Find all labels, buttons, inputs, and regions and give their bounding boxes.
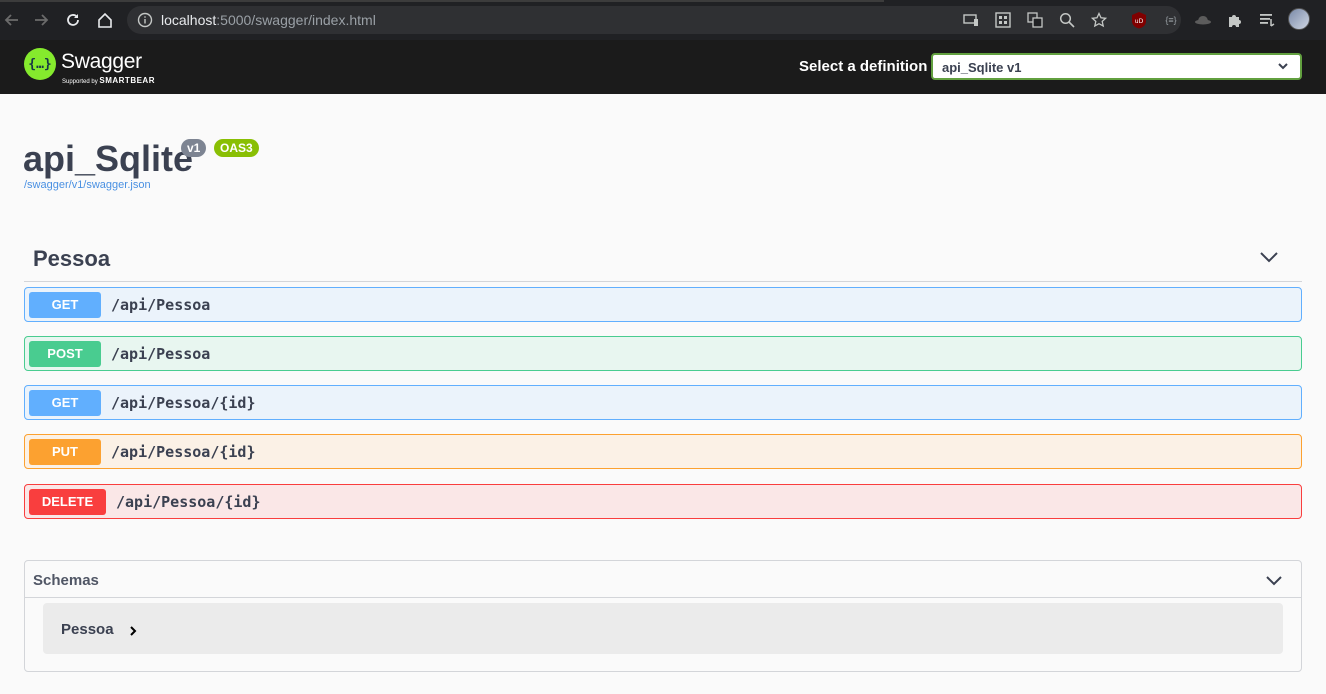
cast-icon[interactable] (961, 10, 981, 30)
brand-supported-text: Supported by (62, 79, 98, 85)
operation-path: /api/Pessoa/{id} (116, 493, 261, 511)
tag-title[interactable]: Pessoa (33, 246, 110, 272)
method-badge: DELETE (29, 489, 106, 515)
extension-icon[interactable]: {≡} (1161, 10, 1181, 30)
api-title: api_Sqlite (23, 138, 194, 179)
model-item[interactable]: Pessoa (43, 603, 1283, 654)
star-icon[interactable] (1089, 10, 1109, 30)
ublock-icon[interactable]: uD (1129, 10, 1149, 30)
zoom-icon[interactable] (1057, 10, 1077, 30)
method-badge: GET (29, 390, 101, 416)
operation-path: /api/Pessoa (111, 345, 211, 363)
schemas-section: Schemas Pessoa (24, 560, 1302, 672)
operation-post-pessoa[interactable]: POST /api/Pessoa (24, 336, 1302, 371)
chevron-right-icon[interactable] (128, 625, 138, 637)
address-bar[interactable]: localhost:5000/swagger/index.html (127, 6, 1181, 34)
tag-divider (24, 281, 1302, 282)
apps-icon[interactable] (993, 10, 1013, 30)
info-icon[interactable] (137, 12, 153, 28)
spec-link[interactable]: /swagger/v1/swagger.json (24, 179, 151, 191)
chevron-down-icon (1278, 63, 1288, 70)
swagger-topbar: {…} Swagger Supported by SMARTBEAR Selec… (0, 40, 1326, 94)
operation-path: /api/Pessoa/{id} (111, 394, 256, 412)
brand-company: SMARTBEAR (99, 76, 155, 85)
schemas-header[interactable]: Schemas (25, 561, 1301, 598)
model-name: Pessoa (61, 621, 114, 638)
swagger-logo-icon[interactable]: {…} (24, 48, 56, 80)
definition-label: Select a definition (799, 58, 928, 75)
definition-select[interactable]: api_Sqlite v1 (931, 53, 1302, 80)
url-text[interactable]: localhost:5000/swagger/index.html (161, 12, 376, 28)
hat-icon[interactable] (1193, 10, 1213, 30)
operation-delete-pessoa-id[interactable]: DELETE /api/Pessoa/{id} (24, 484, 1302, 519)
operation-path: /api/Pessoa (111, 296, 211, 314)
definition-value: api_Sqlite v1 (942, 60, 1022, 75)
method-badge: GET (29, 292, 101, 318)
browser-toolbar: localhost:5000/swagger/index.html uD {≡} (0, 0, 1326, 40)
oas-badge: OAS3 (214, 139, 259, 157)
loading-progress (0, 0, 884, 2)
reading-list-icon[interactable] (1257, 10, 1277, 30)
brand-subtitle: Supported by SMARTBEAR (62, 76, 155, 85)
chevron-down-icon[interactable] (1265, 573, 1283, 587)
operation-get-pessoa-id[interactable]: GET /api/Pessoa/{id} (24, 385, 1302, 420)
brand-name: Swagger (61, 50, 142, 73)
url-path: :5000/swagger/index.html (216, 12, 376, 28)
url-host: localhost (161, 12, 217, 28)
forward-arrow-icon[interactable] (29, 8, 53, 32)
method-badge: PUT (29, 439, 101, 465)
operation-get-pessoa[interactable]: GET /api/Pessoa (24, 287, 1302, 322)
operation-put-pessoa-id[interactable]: PUT /api/Pessoa/{id} (24, 434, 1302, 469)
profile-avatar[interactable] (1288, 8, 1310, 30)
reload-icon[interactable] (61, 8, 85, 32)
method-badge: POST (29, 341, 101, 367)
home-icon[interactable] (93, 8, 117, 32)
puzzle-icon[interactable] (1225, 10, 1245, 30)
schemas-title: Schemas (33, 572, 99, 589)
back-arrow-icon[interactable] (0, 8, 24, 32)
translate-icon[interactable] (1025, 10, 1045, 30)
version-badge: v1 (181, 139, 207, 157)
svg-text:uD: uD (1135, 18, 1144, 25)
chevron-down-icon[interactable] (1259, 250, 1279, 264)
operation-path: /api/Pessoa/{id} (111, 443, 256, 461)
